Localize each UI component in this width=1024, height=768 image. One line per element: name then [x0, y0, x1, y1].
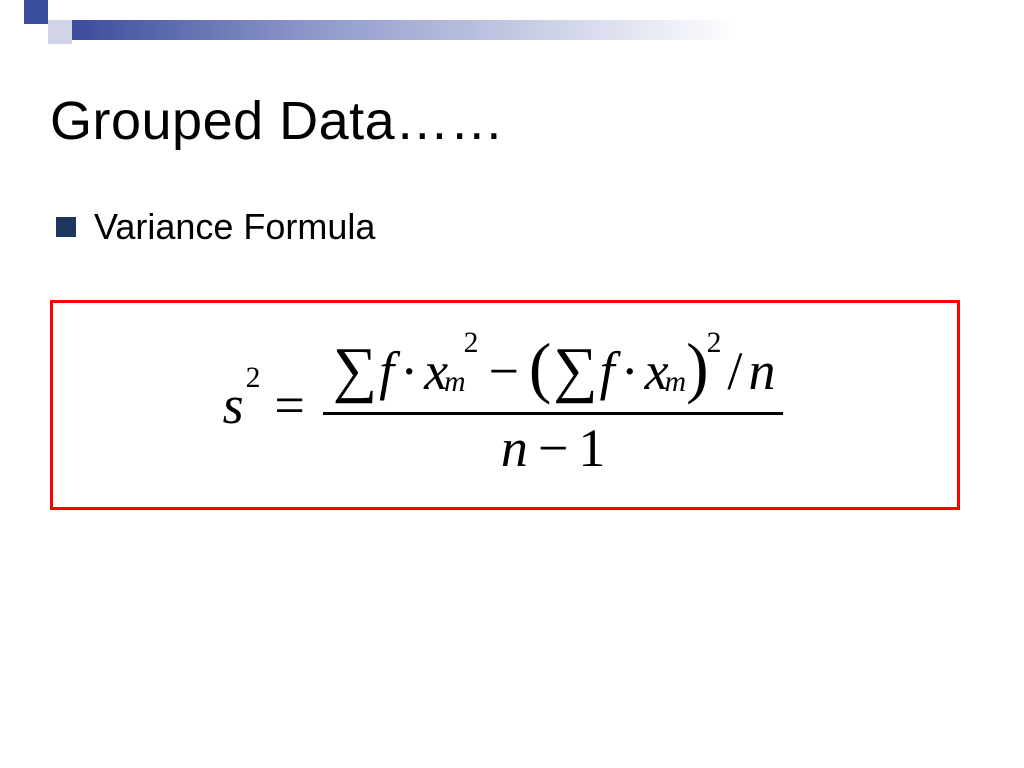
bullet-item: Variance Formula — [56, 206, 375, 248]
formula-box: s 2 = ∑ f · x m 2 − ( ∑ f · x m ) 2 / n — [50, 300, 960, 510]
n-bottom: n — [501, 417, 528, 479]
sigma-2: ∑ — [551, 335, 599, 406]
slash: / — [721, 340, 748, 402]
square-bullet-icon — [56, 217, 76, 237]
dot-1: · — [394, 340, 424, 402]
fraction: ∑ f · x m 2 − ( ∑ f · x m ) 2 / n n — [323, 330, 784, 481]
dot-2: · — [615, 340, 645, 402]
rparen: ) — [686, 329, 708, 407]
decor-square-dark — [24, 0, 48, 24]
variance-formula: s 2 = ∑ f · x m 2 − ( ∑ f · x m ) 2 / n — [223, 330, 788, 481]
bullet-text: Variance Formula — [94, 206, 375, 248]
one-bottom: 1 — [578, 417, 605, 479]
equals-sign: = — [264, 374, 314, 436]
denominator: n − 1 — [493, 415, 613, 481]
sub-m-2: m — [665, 366, 686, 399]
top-decor-bar — [0, 0, 1024, 40]
numerator: ∑ f · x m 2 − ( ∑ f · x m ) 2 / n — [323, 330, 784, 412]
minus-bottom: − — [528, 417, 578, 479]
sub-m-1: m — [444, 366, 465, 399]
decor-square-light — [48, 20, 72, 44]
slide-title: Grouped Data…… — [50, 90, 504, 152]
exp2-2: 2 — [707, 327, 722, 360]
exp2-1: 2 — [464, 327, 479, 360]
sigma-1: ∑ — [331, 335, 379, 406]
decor-gradient — [72, 20, 1024, 40]
n-top: n — [748, 340, 775, 402]
f-2: f — [600, 340, 615, 402]
f-1: f — [379, 340, 394, 402]
var-s: s — [223, 374, 244, 436]
lparen: ( — [529, 329, 551, 407]
var-s-exp: 2 — [246, 362, 261, 395]
minus: − — [478, 340, 528, 402]
